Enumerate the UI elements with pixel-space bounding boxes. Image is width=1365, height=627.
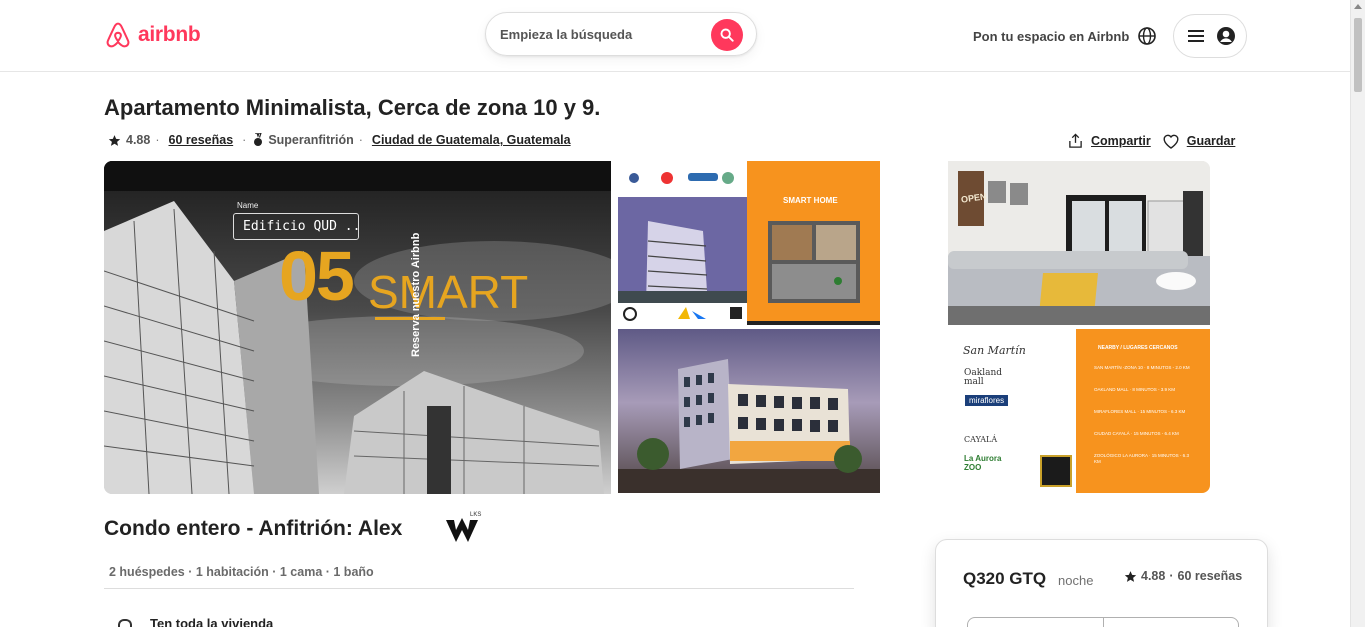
photo-building-render[interactable] [618,329,880,493]
photo-main-building[interactable]: Name Edificio QUD .. 05 SMART Reserva nu… [104,161,611,494]
booking-rating: 4.88 · 60 reseñas [1124,569,1242,583]
bedroom-graphic [948,161,1210,325]
page-scrollbar[interactable] [1350,0,1365,627]
nearby-brand-cayala: CAYALÁ [964,435,998,444]
user-icon [1217,27,1235,45]
share-button[interactable]: Compartir [1068,133,1151,149]
booking-reviews-link[interactable]: 60 reseñas [1178,569,1243,583]
nearby-place-1: SAN MARTÍN -ZONA 10 · 8 MINUTOS - 2.0 KM [1094,365,1190,370]
nearby-place-5: ZOOLÓGICO LA AURORA · 15 MINUTOS - 6.3 K… [1094,453,1189,465]
nearby-place-3: MIRAFLORES MALL · 15 MINUTOS - 6.3 KM [1094,409,1186,414]
nearby-brand-miraflores: miraflores [965,395,1009,406]
photo-nearby-places[interactable]: San Martín Oakland mall miraflores CAYAL… [948,329,1210,493]
meta-separator: · [242,133,247,147]
location-link[interactable]: Ciudad de Guatemala, Guatemala [372,133,571,147]
nearby-brand-san-martin: San Martín [963,344,1026,357]
section-divider [104,588,854,589]
share-icon [1069,133,1082,148]
top-header: airbnb Empieza la búsqueda Pon tu espaci… [0,0,1350,72]
nearby-place-2: OAKLAND MALL · 8 MINUTOS - 3.9 KM [1094,387,1176,392]
globe-icon [1138,27,1156,45]
photo-name-value: Edificio QUD .. [243,219,361,234]
nearby-place-4: CIUDAD CAYALÁ · 15 MINUTOS - 6.4 KM [1094,431,1179,436]
airbnb-logo-icon [106,22,130,48]
home-icon [118,619,132,627]
nightly-price: Q320 GTQ [963,569,1047,588]
main-photo-graphic [104,161,611,494]
search-placeholder: Empieza la búsqueda [500,26,633,42]
photo-big-word: SMART [368,266,529,318]
share-label: Compartir [1091,134,1151,148]
save-button[interactable]: Guardar [1163,134,1236,149]
superhost-medal-icon [254,133,263,146]
scroll-up-arrow[interactable] [1354,4,1362,9]
booking-separator: · [1169,569,1174,583]
user-menu-button[interactable] [1173,14,1247,58]
scroll-thumb[interactable] [1354,18,1362,92]
date-divider [1103,618,1104,627]
airbnb-logo[interactable]: airbnb [104,20,201,50]
listing-meta: 4.88 · 60 reseñas · Superanfitrión · Ciu… [108,133,571,147]
smart-home-graphic [618,161,880,325]
host-link[interactable]: Pon tu espacio en Airbnb [973,29,1129,44]
photo-big-number: 05 [279,237,355,315]
booking-card: Q320 GTQ noche 4.88 · 60 reseñas [935,539,1268,627]
listing-title: Apartamento Minimalista, Cerca de zona 1… [104,95,601,120]
meta-separator: · [155,133,160,147]
booking-rating-value: 4.88 [1141,569,1166,583]
save-label: Guardar [1186,134,1236,148]
search-button[interactable] [711,19,743,51]
listing-details: 2 huéspedes · 1 habitación · 1 cama · 1 … [109,565,374,579]
brand-name: airbnb [138,23,201,46]
menu-icon [1188,30,1204,42]
building-render-graphic [618,359,880,493]
photo-vertical-text: Reserva nuestro Airbnb [410,232,422,357]
highlight-text: Ten toda la vivienda [150,616,274,627]
smart-home-label: SMART HOME [783,196,838,205]
section-title: Condo entero - Anfitrión: Alex [104,517,403,540]
meta-separator: · [358,133,363,147]
heart-icon [1163,134,1179,149]
reviews-link[interactable]: 60 reseñas [169,133,234,147]
nearby-logo-box [1040,455,1072,487]
nearby-brand-oakland: Oakland mall [964,368,1002,387]
search-icon [720,28,734,42]
nearby-header: NEARBY / LUGARES CERCANOS [1098,345,1178,351]
superhost-label: Superanfitrión [268,133,354,147]
search-bar[interactable]: Empieza la búsqueda [485,12,757,56]
language-button[interactable] [1137,26,1157,51]
host-logo-text: LKS [470,512,482,518]
listing-rating: 4.88 [126,133,151,147]
nearby-brand-zoo: La Aurora ZOO [964,454,1002,472]
date-picker[interactable] [967,617,1239,627]
star-icon [108,134,121,146]
host-avatar[interactable]: LKS [444,512,482,544]
photo-bedroom[interactable]: OPEN [948,161,1210,325]
star-icon [1124,570,1137,582]
photo-name-label: Name [237,201,259,210]
listing-actions: Compartir Guardar [1068,133,1235,149]
price-unit: noche [1058,573,1094,588]
photo-smart-home[interactable]: SMART HOME [618,161,880,325]
